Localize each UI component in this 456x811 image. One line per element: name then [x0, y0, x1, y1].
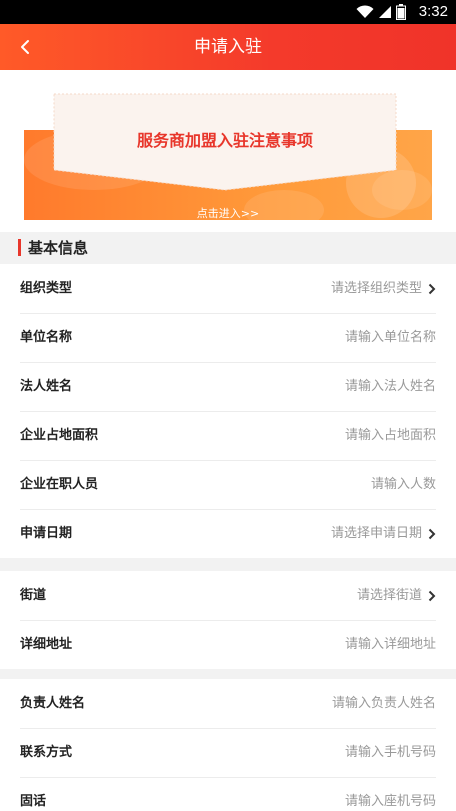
app-bar: 申请入驻	[0, 24, 456, 70]
status-time: 3:32	[418, 3, 448, 20]
org-type-select[interactable]: 请选择组织类型	[331, 264, 422, 313]
form-row-org-type[interactable]: 组织类型 请选择组织类型	[0, 264, 456, 313]
form-row-apply-date[interactable]: 申请日期 请选择申请日期	[0, 509, 456, 558]
staff-count-input[interactable]: 请输入人数	[371, 460, 436, 509]
section-header: 基本信息	[0, 232, 456, 264]
form-group-address: 街道 请选择街道 详细地址 请输入详细地址	[0, 571, 456, 669]
apply-date-select[interactable]: 请选择申请日期	[331, 509, 422, 558]
form-row-address[interactable]: 详细地址 请输入详细地址	[0, 620, 456, 669]
chevron-right-icon	[428, 590, 436, 601]
form-row-unit-name[interactable]: 单位名称 请输入单位名称	[0, 313, 456, 362]
chevron-right-icon	[428, 528, 436, 539]
landline-input[interactable]: 请输入座机号码	[345, 777, 436, 811]
field-label: 街道	[20, 588, 47, 603]
section-accent-bar	[18, 239, 21, 256]
form-row-street[interactable]: 街道 请选择街道	[0, 571, 456, 620]
status-bar: 3:32	[0, 0, 456, 24]
battery-icon	[396, 4, 406, 20]
form-group-contact: 负责人姓名 请输入负责人姓名 联系方式 请输入手机号码 固话 请输入座机号码	[0, 679, 456, 811]
area-input[interactable]: 请输入占地面积	[345, 411, 436, 460]
street-select[interactable]: 请选择街道	[357, 571, 422, 620]
field-label: 企业占地面积	[20, 428, 99, 443]
field-label: 法人姓名	[20, 379, 73, 394]
form-row-legal-name[interactable]: 法人姓名 请输入法人姓名	[0, 362, 456, 411]
field-label: 企业在职人员	[20, 477, 99, 492]
phone-input[interactable]: 请输入手机号码	[345, 728, 436, 777]
manager-name-input[interactable]: 请输入负责人姓名	[332, 679, 436, 728]
wifi-icon	[356, 5, 374, 18]
field-label: 申请日期	[20, 526, 73, 541]
form-row-area[interactable]: 企业占地面积 请输入占地面积	[0, 411, 456, 460]
signal-icon	[379, 6, 391, 18]
field-label: 负责人姓名	[20, 696, 86, 711]
field-label: 联系方式	[20, 745, 73, 760]
address-input[interactable]: 请输入详细地址	[345, 620, 436, 669]
page-title: 申请入驻	[194, 37, 262, 57]
status-icons	[356, 4, 406, 20]
enter-link[interactable]: 点击进入>>	[24, 205, 432, 221]
section-title: 基本信息	[28, 239, 89, 257]
field-label: 组织类型	[20, 281, 73, 296]
form-group-basic: 组织类型 请选择组织类型 单位名称 请输入单位名称 法人姓名 请输入法人姓名 企…	[0, 264, 456, 558]
field-label: 单位名称	[20, 330, 73, 345]
form-row-landline[interactable]: 固话 请输入座机号码	[0, 777, 456, 811]
form-row-manager[interactable]: 负责人姓名 请输入负责人姓名	[0, 679, 456, 728]
banner-area: 服务商加盟入驻注意事项 点击进入>>	[0, 70, 456, 232]
legal-name-input[interactable]: 请输入法人姓名	[345, 362, 436, 411]
field-label: 固话	[20, 794, 47, 809]
unit-name-input[interactable]: 请输入单位名称	[345, 313, 436, 362]
form-row-staff[interactable]: 企业在职人员 请输入人数	[0, 460, 456, 509]
field-label: 详细地址	[20, 637, 73, 652]
notice-title: 服务商加盟入驻注意事项	[136, 131, 313, 150]
chevron-right-icon	[428, 283, 436, 294]
form-row-phone[interactable]: 联系方式 请输入手机号码	[0, 728, 456, 777]
